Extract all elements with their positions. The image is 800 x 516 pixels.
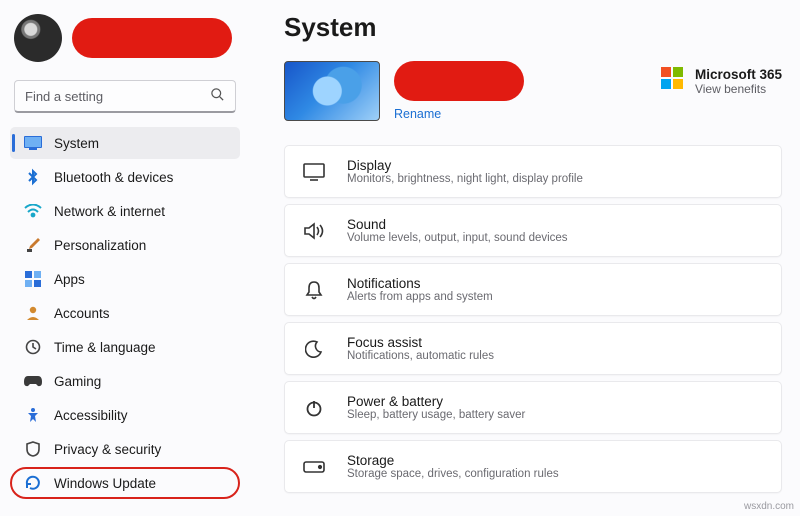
clock-icon [24, 338, 42, 356]
card-title: Display [347, 158, 583, 173]
card-notifications[interactable]: Notifications Alerts from apps and syste… [284, 263, 782, 316]
sidebar-item-label: Windows Update [54, 476, 156, 491]
sidebar-item-label: Bluetooth & devices [54, 170, 173, 185]
card-title: Notifications [347, 276, 493, 291]
sidebar-item-label: Accessibility [54, 408, 128, 423]
card-title: Storage [347, 453, 559, 468]
rename-link[interactable]: Rename [394, 107, 524, 121]
settings-card-list: Display Monitors, brightness, night ligh… [284, 145, 782, 493]
card-title: Sound [347, 217, 568, 232]
sidebar-item-network[interactable]: Network & internet [10, 195, 240, 227]
avatar [14, 14, 62, 62]
sidebar-item-label: Time & language [54, 340, 156, 355]
account-icon [24, 304, 42, 322]
sidebar-item-label: Network & internet [54, 204, 165, 219]
card-storage[interactable]: Storage Storage space, drives, configura… [284, 440, 782, 493]
wifi-icon [24, 202, 42, 220]
card-subtitle: Alerts from apps and system [347, 291, 493, 303]
sidebar-item-accounts[interactable]: Accounts [10, 297, 240, 329]
card-display[interactable]: Display Monitors, brightness, night ligh… [284, 145, 782, 198]
sidebar-item-label: System [54, 136, 99, 151]
card-subtitle: Storage space, drives, configuration rul… [347, 468, 559, 480]
card-subtitle: Sleep, battery usage, battery saver [347, 409, 525, 421]
storage-icon [303, 456, 325, 478]
main-panel: System Rename Microsoft 365 View benefit… [248, 0, 800, 516]
search-icon [210, 87, 225, 105]
sidebar-item-bluetooth[interactable]: Bluetooth & devices [10, 161, 240, 193]
sidebar-item-accessibility[interactable]: Accessibility [10, 399, 240, 431]
card-subtitle: Volume levels, output, input, sound devi… [347, 232, 568, 244]
card-subtitle: Notifications, automatic rules [347, 350, 494, 362]
power-icon [303, 397, 325, 419]
card-focus-assist[interactable]: Focus assist Notifications, automatic ru… [284, 322, 782, 375]
card-title: Power & battery [347, 394, 525, 409]
sidebar: Find a setting System Bluetooth & device… [0, 0, 248, 516]
microsoft-logo-icon [661, 67, 683, 89]
sidebar-item-label: Personalization [54, 238, 146, 253]
gaming-icon [24, 372, 42, 390]
sidebar-item-privacy-security[interactable]: Privacy & security [10, 433, 240, 465]
sidebar-item-system[interactable]: System [10, 127, 240, 159]
device-thumbnail[interactable] [284, 61, 380, 121]
sidebar-nav: System Bluetooth & devices Network & int… [10, 127, 240, 499]
apps-icon [24, 270, 42, 288]
sidebar-item-windows-update[interactable]: Windows Update [10, 467, 240, 499]
card-sound[interactable]: Sound Volume levels, output, input, soun… [284, 204, 782, 257]
accessibility-icon [24, 406, 42, 424]
profile-block[interactable] [10, 12, 240, 80]
page-title: System [284, 12, 782, 43]
moon-icon [303, 338, 325, 360]
card-power-battery[interactable]: Power & battery Sleep, battery usage, ba… [284, 381, 782, 434]
m365-subtitle: View benefits [695, 82, 782, 96]
bell-icon [303, 279, 325, 301]
device-row: Rename Microsoft 365 View benefits [284, 61, 782, 121]
sidebar-item-personalization[interactable]: Personalization [10, 229, 240, 261]
microsoft-365-block[interactable]: Microsoft 365 View benefits [661, 61, 782, 96]
bluetooth-icon [24, 168, 42, 186]
sidebar-item-time-language[interactable]: Time & language [10, 331, 240, 363]
m365-title: Microsoft 365 [695, 67, 782, 82]
device-name-redacted [394, 61, 524, 101]
sidebar-item-apps[interactable]: Apps [10, 263, 240, 295]
sound-icon [303, 220, 325, 242]
card-subtitle: Monitors, brightness, night light, displ… [347, 173, 583, 185]
profile-name-redacted [72, 18, 232, 58]
sidebar-item-label: Accounts [54, 306, 110, 321]
card-title: Focus assist [347, 335, 494, 350]
search-input[interactable]: Find a setting [14, 80, 236, 113]
system-icon [24, 134, 42, 152]
watermark: wsxdn.com [744, 501, 794, 512]
sidebar-item-label: Apps [54, 272, 85, 287]
sidebar-item-label: Gaming [54, 374, 101, 389]
display-icon [303, 161, 325, 183]
shield-icon [24, 440, 42, 458]
search-placeholder: Find a setting [25, 89, 103, 104]
sidebar-item-gaming[interactable]: Gaming [10, 365, 240, 397]
update-icon [24, 474, 42, 492]
brush-icon [24, 236, 42, 254]
sidebar-item-label: Privacy & security [54, 442, 161, 457]
